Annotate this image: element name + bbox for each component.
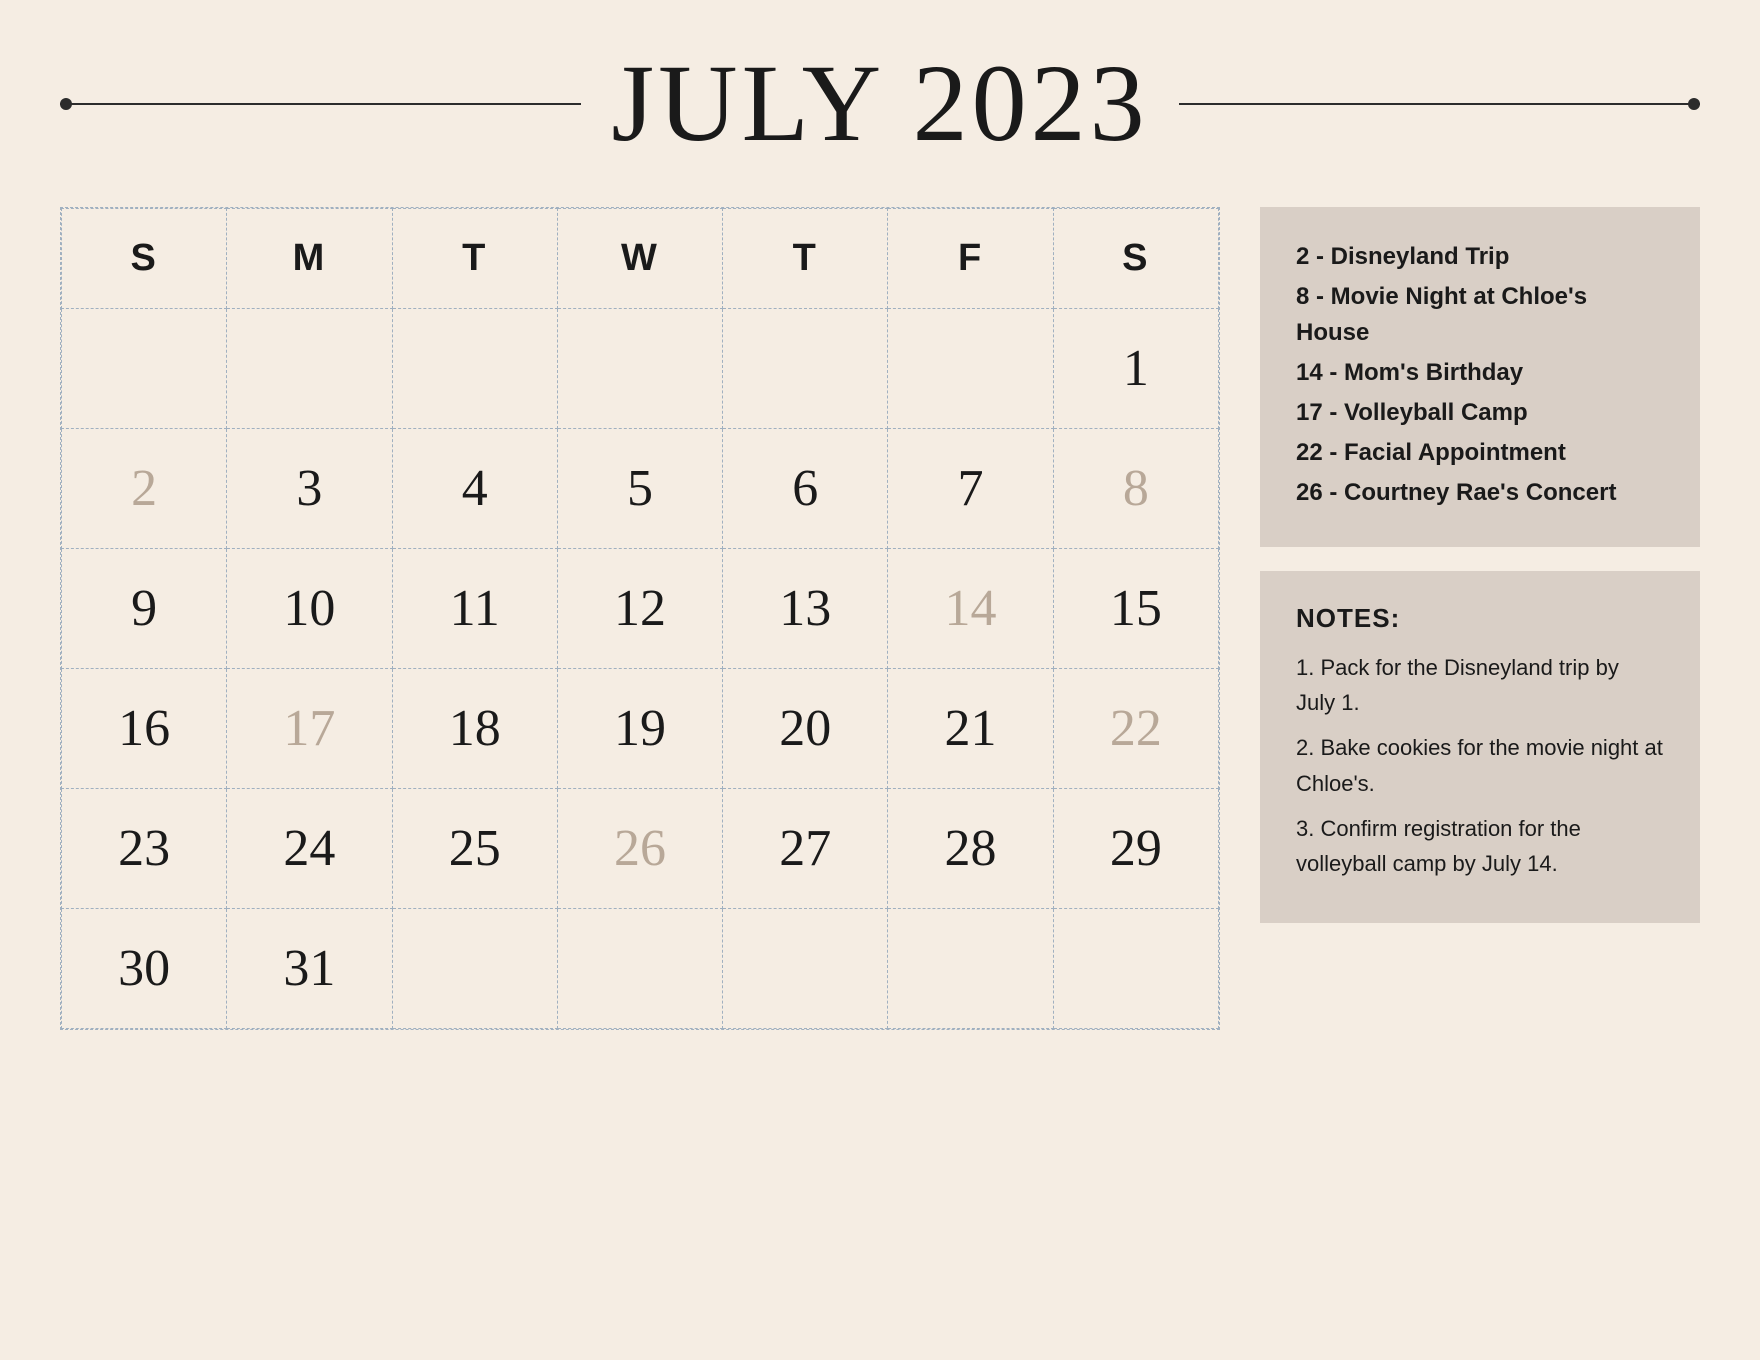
calendar-day: 29 [1053,789,1218,909]
calendar-day: 18 [392,669,557,789]
calendar-day: 4 [392,429,557,549]
events-box: 2 - Disneyland Trip 8 - Movie Night at Ch… [1260,207,1700,547]
calendar-week-row: 23242526272829 [62,789,1219,909]
calendar-day: 16 [62,669,227,789]
calendar-week-row: 16171819202122 [62,669,1219,789]
calendar-header-row: SMTWTFS [62,209,1219,309]
event-item: 22 - Facial Appointment [1296,435,1664,471]
calendar-day: 15 [1053,549,1218,669]
calendar-day: 31 [227,909,392,1029]
calendar-day: 2 [62,429,227,549]
header-line-right [1179,103,1700,105]
calendar-day: 11 [392,549,557,669]
calendar-grid: SMTWTFS 12345678910111213141516171819202… [61,208,1219,1029]
calendar-day: 21 [888,669,1053,789]
notes-title: NOTES: [1296,603,1664,634]
notes-item: 2. Bake cookies for the movie night at C… [1296,730,1664,800]
calendar-day: 14 [888,549,1053,669]
calendar-day: 20 [723,669,888,789]
calendar-day [557,309,722,429]
calendar-day [62,309,227,429]
calendar-day: 24 [227,789,392,909]
calendar-day: 12 [557,549,722,669]
calendar-day [557,909,722,1029]
calendar-day: 1 [1053,309,1218,429]
event-item: 26 - Courtney Rae's Concert [1296,475,1664,511]
calendar-day: 23 [62,789,227,909]
calendar-day [1053,909,1218,1029]
calendar-day: 9 [62,549,227,669]
sidebar: 2 - Disneyland Trip 8 - Movie Night at Ch… [1260,207,1700,923]
notes-item: 3. Confirm registration for the volleyba… [1296,811,1664,881]
day-header: T [723,209,888,309]
event-item: 17 - Volleyball Camp [1296,395,1664,431]
notes-item: 1. Pack for the Disneyland trip by July … [1296,650,1664,720]
calendar-day: 10 [227,549,392,669]
page-header: JULY 2023 [60,40,1700,167]
calendar-day: 8 [1053,429,1218,549]
event-item: 2 - Disneyland Trip [1296,239,1664,275]
day-header: S [62,209,227,309]
calendar-day [888,909,1053,1029]
day-header: M [227,209,392,309]
calendar-day: 25 [392,789,557,909]
calendar-day: 6 [723,429,888,549]
header-line-left [60,103,581,105]
notes-list: 1. Pack for the Disneyland trip by July … [1296,650,1664,881]
page-title: JULY 2023 [611,40,1148,167]
calendar-day: 13 [723,549,888,669]
calendar-day: 19 [557,669,722,789]
calendar-week-row: 9101112131415 [62,549,1219,669]
event-item: 14 - Mom's Birthday [1296,355,1664,391]
events-list: 2 - Disneyland Trip 8 - Movie Night at Ch… [1296,239,1664,511]
calendar-day [723,309,888,429]
calendar-day [392,309,557,429]
calendar-day: 5 [557,429,722,549]
main-content: SMTWTFS 12345678910111213141516171819202… [60,207,1700,1030]
calendar-day [888,309,1053,429]
calendar-day: 3 [227,429,392,549]
calendar-day: 17 [227,669,392,789]
event-item: 8 - Movie Night at Chloe's House [1296,279,1664,351]
calendar-day [392,909,557,1029]
calendar-day: 30 [62,909,227,1029]
day-header: W [557,209,722,309]
calendar-day: 22 [1053,669,1218,789]
calendar-week-row: 1 [62,309,1219,429]
calendar-week-row: 2345678 [62,429,1219,549]
calendar-day: 7 [888,429,1053,549]
day-header: F [888,209,1053,309]
day-header: T [392,209,557,309]
calendar-body: 1234567891011121314151617181920212223242… [62,309,1219,1029]
notes-box: NOTES: 1. Pack for the Disneyland trip b… [1260,571,1700,923]
calendar-day: 28 [888,789,1053,909]
calendar-day [227,309,392,429]
calendar-day: 27 [723,789,888,909]
day-header: S [1053,209,1218,309]
calendar-day: 26 [557,789,722,909]
calendar-week-row: 3031 [62,909,1219,1029]
calendar-day [723,909,888,1029]
calendar: SMTWTFS 12345678910111213141516171819202… [60,207,1220,1030]
